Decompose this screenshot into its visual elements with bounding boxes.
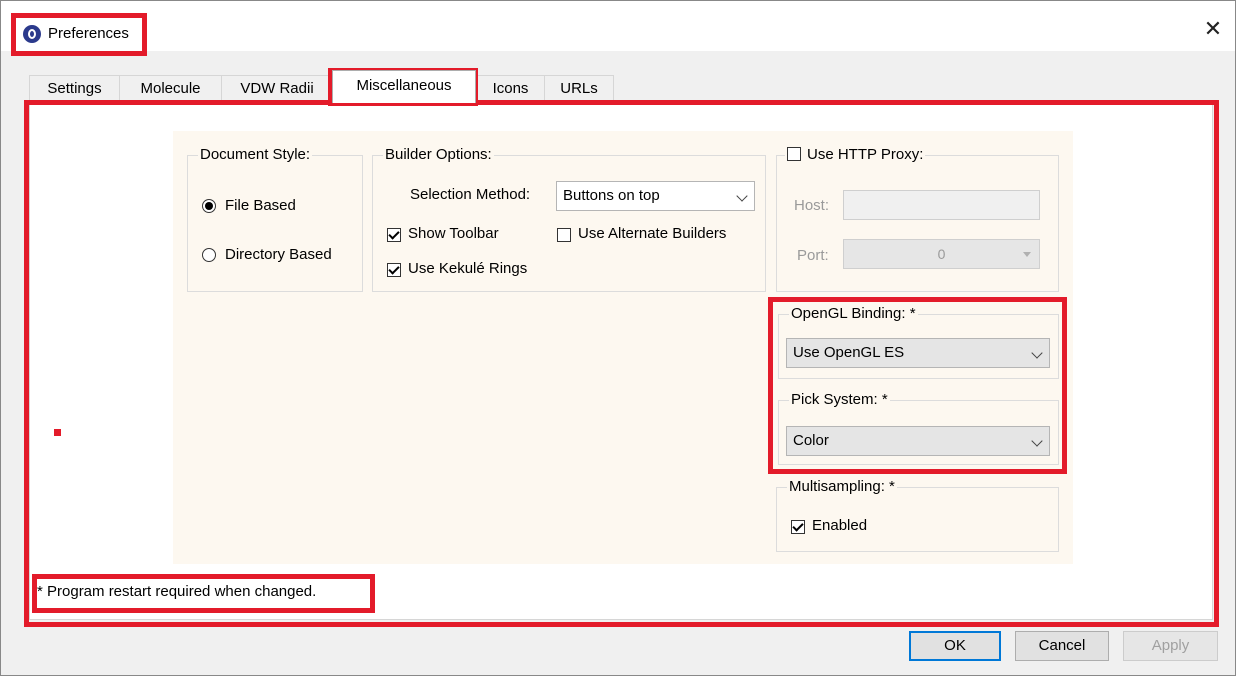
pick-system-select[interactable]: Color (786, 426, 1050, 456)
port-label: Port: (797, 247, 829, 264)
selection-method-label: Selection Method: (410, 186, 531, 203)
opengl-binding-group: OpenGL Binding: * Use OpenGL ES (778, 305, 1059, 379)
selection-method-value: Buttons on top (563, 187, 660, 204)
pick-system-value: Color (793, 432, 829, 449)
multisampling-enabled-checkbox[interactable] (791, 520, 805, 534)
use-alternate-builders-label: Use Alternate Builders (578, 225, 727, 242)
apply-button[interactable]: Apply (1123, 631, 1218, 661)
marker-dot (54, 429, 61, 436)
document-style-group: Document Style: File Based Directory Bas… (187, 146, 363, 292)
use-kekule-rings-label: Use Kekulé Rings (408, 260, 528, 277)
title-bar: Preferences ✕ (1, 1, 1235, 51)
pick-system-group: Pick System: * Color (778, 391, 1059, 465)
file-based-radio[interactable] (202, 199, 216, 213)
tab-molecule[interactable]: Molecule (119, 75, 222, 103)
app-logo-icon (23, 25, 41, 43)
chevron-down-icon (1031, 347, 1043, 359)
selection-method-select[interactable]: Buttons on top (556, 181, 755, 211)
host-label: Host: (794, 197, 830, 214)
settings-area: Document Style: File Based Directory Bas… (173, 131, 1073, 564)
use-alternate-builders-checkbox[interactable] (557, 228, 571, 242)
document-style-title: Document Style: (198, 146, 313, 163)
opengl-binding-select[interactable]: Use OpenGL ES (786, 338, 1050, 368)
multisampling-enabled-label: Enabled (812, 517, 868, 534)
port-spinbox[interactable]: 0 (843, 239, 1040, 269)
tab-vdw-radii[interactable]: VDW Radii (221, 75, 333, 103)
preferences-window: Preferences ✕ Settings Molecule VDW Radi… (0, 0, 1236, 676)
opengl-binding-value: Use OpenGL ES (793, 344, 905, 361)
file-based-label: File Based (225, 197, 296, 214)
multisampling-title: Multisampling: * (787, 478, 897, 495)
builder-options-group: Builder Options: Selection Method: Butto… (372, 146, 766, 292)
pick-system-title: Pick System: * (789, 391, 890, 408)
builder-options-title: Builder Options: (383, 146, 494, 163)
multisampling-group: Multisampling: * Enabled (776, 478, 1059, 552)
port-value: 0 (937, 246, 946, 262)
tab-settings[interactable]: Settings (29, 75, 120, 103)
chevron-down-icon (736, 190, 748, 202)
opengl-binding-title: OpenGL Binding: * (789, 305, 918, 322)
tab-miscellaneous[interactable]: Miscellaneous (332, 70, 476, 103)
use-kekule-rings-checkbox[interactable] (387, 263, 401, 277)
chevron-down-icon (1031, 435, 1043, 447)
show-toolbar-checkbox[interactable] (387, 228, 401, 242)
tab-urls[interactable]: URLs (544, 75, 614, 103)
use-http-proxy-label: Use HTTP Proxy: (807, 146, 924, 163)
close-button[interactable]: ✕ (1199, 15, 1227, 43)
use-http-proxy-checkbox[interactable] (787, 147, 801, 161)
ok-button[interactable]: OK (909, 631, 1001, 661)
directory-based-radio[interactable] (202, 248, 216, 262)
window-title: Preferences (48, 25, 129, 42)
host-input[interactable] (843, 190, 1040, 220)
http-proxy-title-wrap: Use HTTP Proxy: (785, 146, 926, 163)
spin-down-icon[interactable] (1023, 252, 1031, 257)
cancel-button[interactable]: Cancel (1015, 631, 1109, 661)
tab-icons[interactable]: Icons (476, 75, 545, 103)
directory-based-label: Directory Based (225, 246, 332, 263)
restart-footnote: * Program restart required when changed. (37, 583, 317, 600)
http-proxy-group: Use HTTP Proxy: Host: Port: 0 (776, 146, 1059, 292)
show-toolbar-label: Show Toolbar (408, 225, 499, 242)
